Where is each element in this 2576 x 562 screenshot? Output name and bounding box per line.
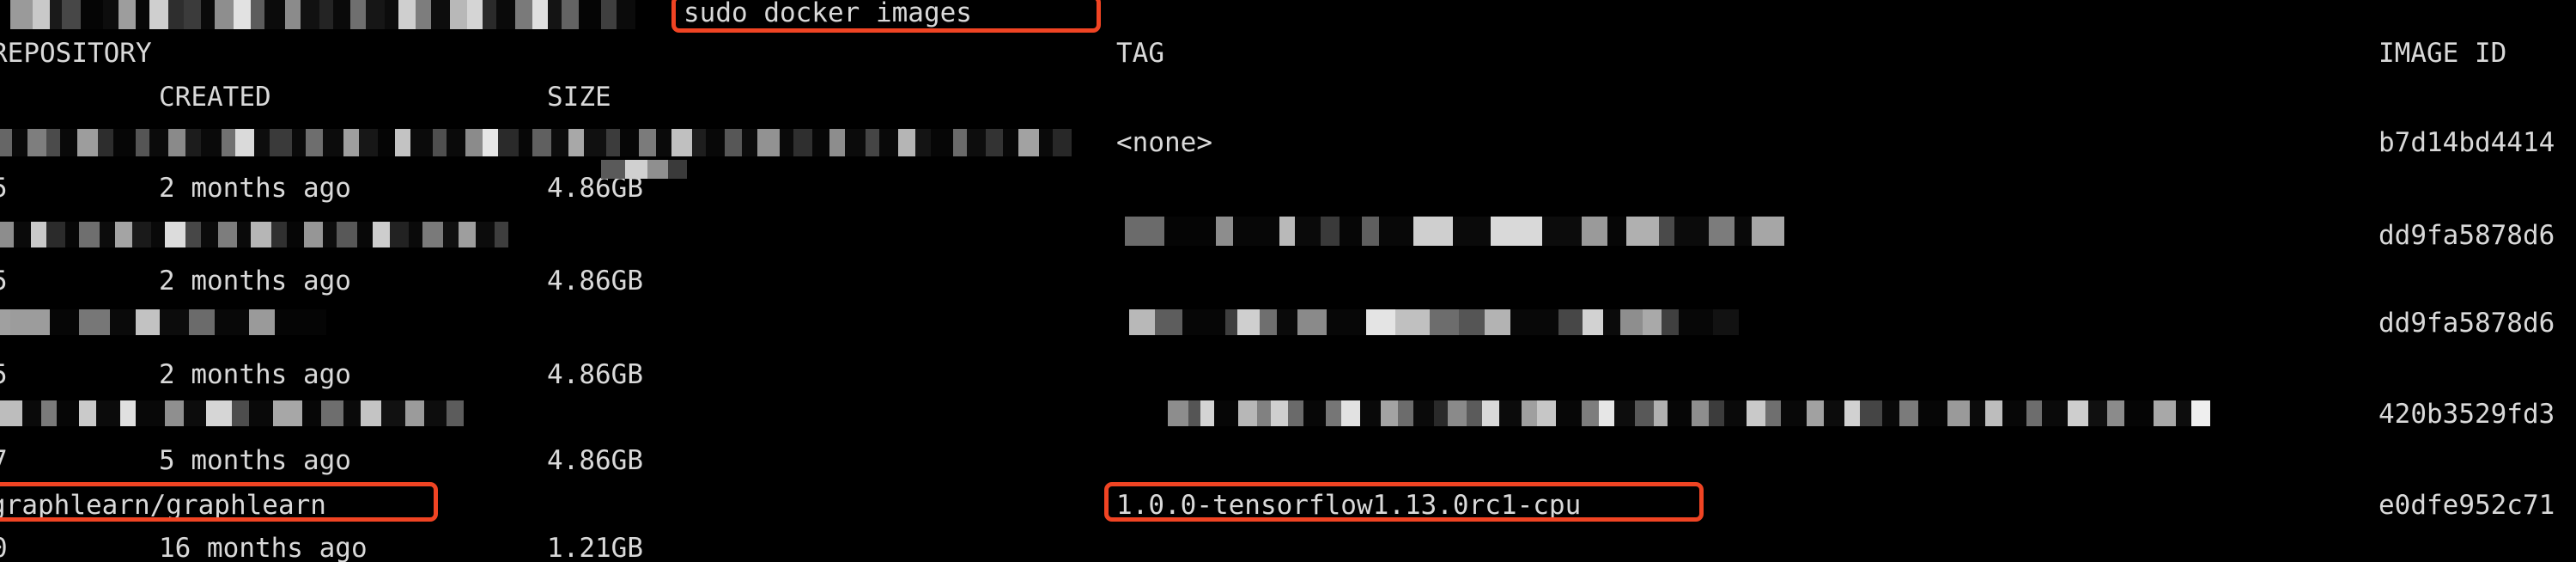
table-row-created: 2 months ago — [159, 173, 351, 204]
table-row-image-id: b7d14bd4414 — [2379, 127, 2555, 158]
table-row-size: 4.86GB — [547, 359, 643, 390]
table-row-size: 4.86GB — [547, 266, 643, 296]
table-row-prefix: 5 — [0, 361, 8, 388]
prompt-redacted-block — [0, 0, 661, 29]
table-row-tag: <none> — [1116, 127, 1212, 158]
table-row-created: 16 months ago — [159, 533, 368, 562]
table-row-prefix: 0 — [0, 535, 8, 562]
table-row-tag-redacted — [1129, 309, 1842, 335]
table-row-repository-redacted — [0, 400, 498, 426]
table-row-image-id: dd9fa5878d6 — [2379, 308, 2555, 339]
table-row-tag: 1.0.0-tensorflow1.13.0rc1-cpu — [1116, 490, 1582, 521]
table-row-repository-redacted — [0, 222, 592, 247]
column-header-created: CREATED — [159, 82, 271, 113]
command-text: sudo docker images — [683, 0, 972, 28]
table-row-tag-redacted — [1168, 400, 2353, 426]
table-row-image-id: dd9fa5878d6 — [2379, 220, 2555, 251]
table-row-repository-redacted — [0, 129, 1073, 156]
table-row-prefix: 5 — [0, 174, 8, 202]
table-row-created: 2 months ago — [159, 266, 351, 296]
table-row-prefix: 7 — [0, 447, 8, 474]
table-row-tag-redacted — [1125, 217, 1846, 246]
table-row-size: 4.86GB — [547, 445, 643, 476]
terminal-window[interactable]: sudo docker images REPOSITORY TAG IMAGE … — [0, 0, 2576, 562]
column-header-size: SIZE — [547, 82, 611, 113]
table-row-prefix: 5 — [0, 267, 8, 295]
table-row-created: 2 months ago — [159, 359, 351, 390]
table-row-created: 5 months ago — [159, 445, 351, 476]
table-row-size: 1.21GB — [547, 533, 643, 562]
table-row-repository: graphlearn/graphlearn — [0, 490, 326, 521]
column-header-repository: REPOSITORY — [0, 38, 152, 69]
table-row-repository-redacted — [0, 309, 326, 335]
column-header-image-id: IMAGE ID — [2379, 38, 2507, 69]
column-header-tag: TAG — [1116, 38, 1164, 69]
table-row-image-id: 420b3529fd3 — [2379, 399, 2555, 430]
table-row-size-redacted-overlay — [601, 160, 687, 179]
table-row-image-id: e0dfe952c71 — [2379, 490, 2555, 521]
